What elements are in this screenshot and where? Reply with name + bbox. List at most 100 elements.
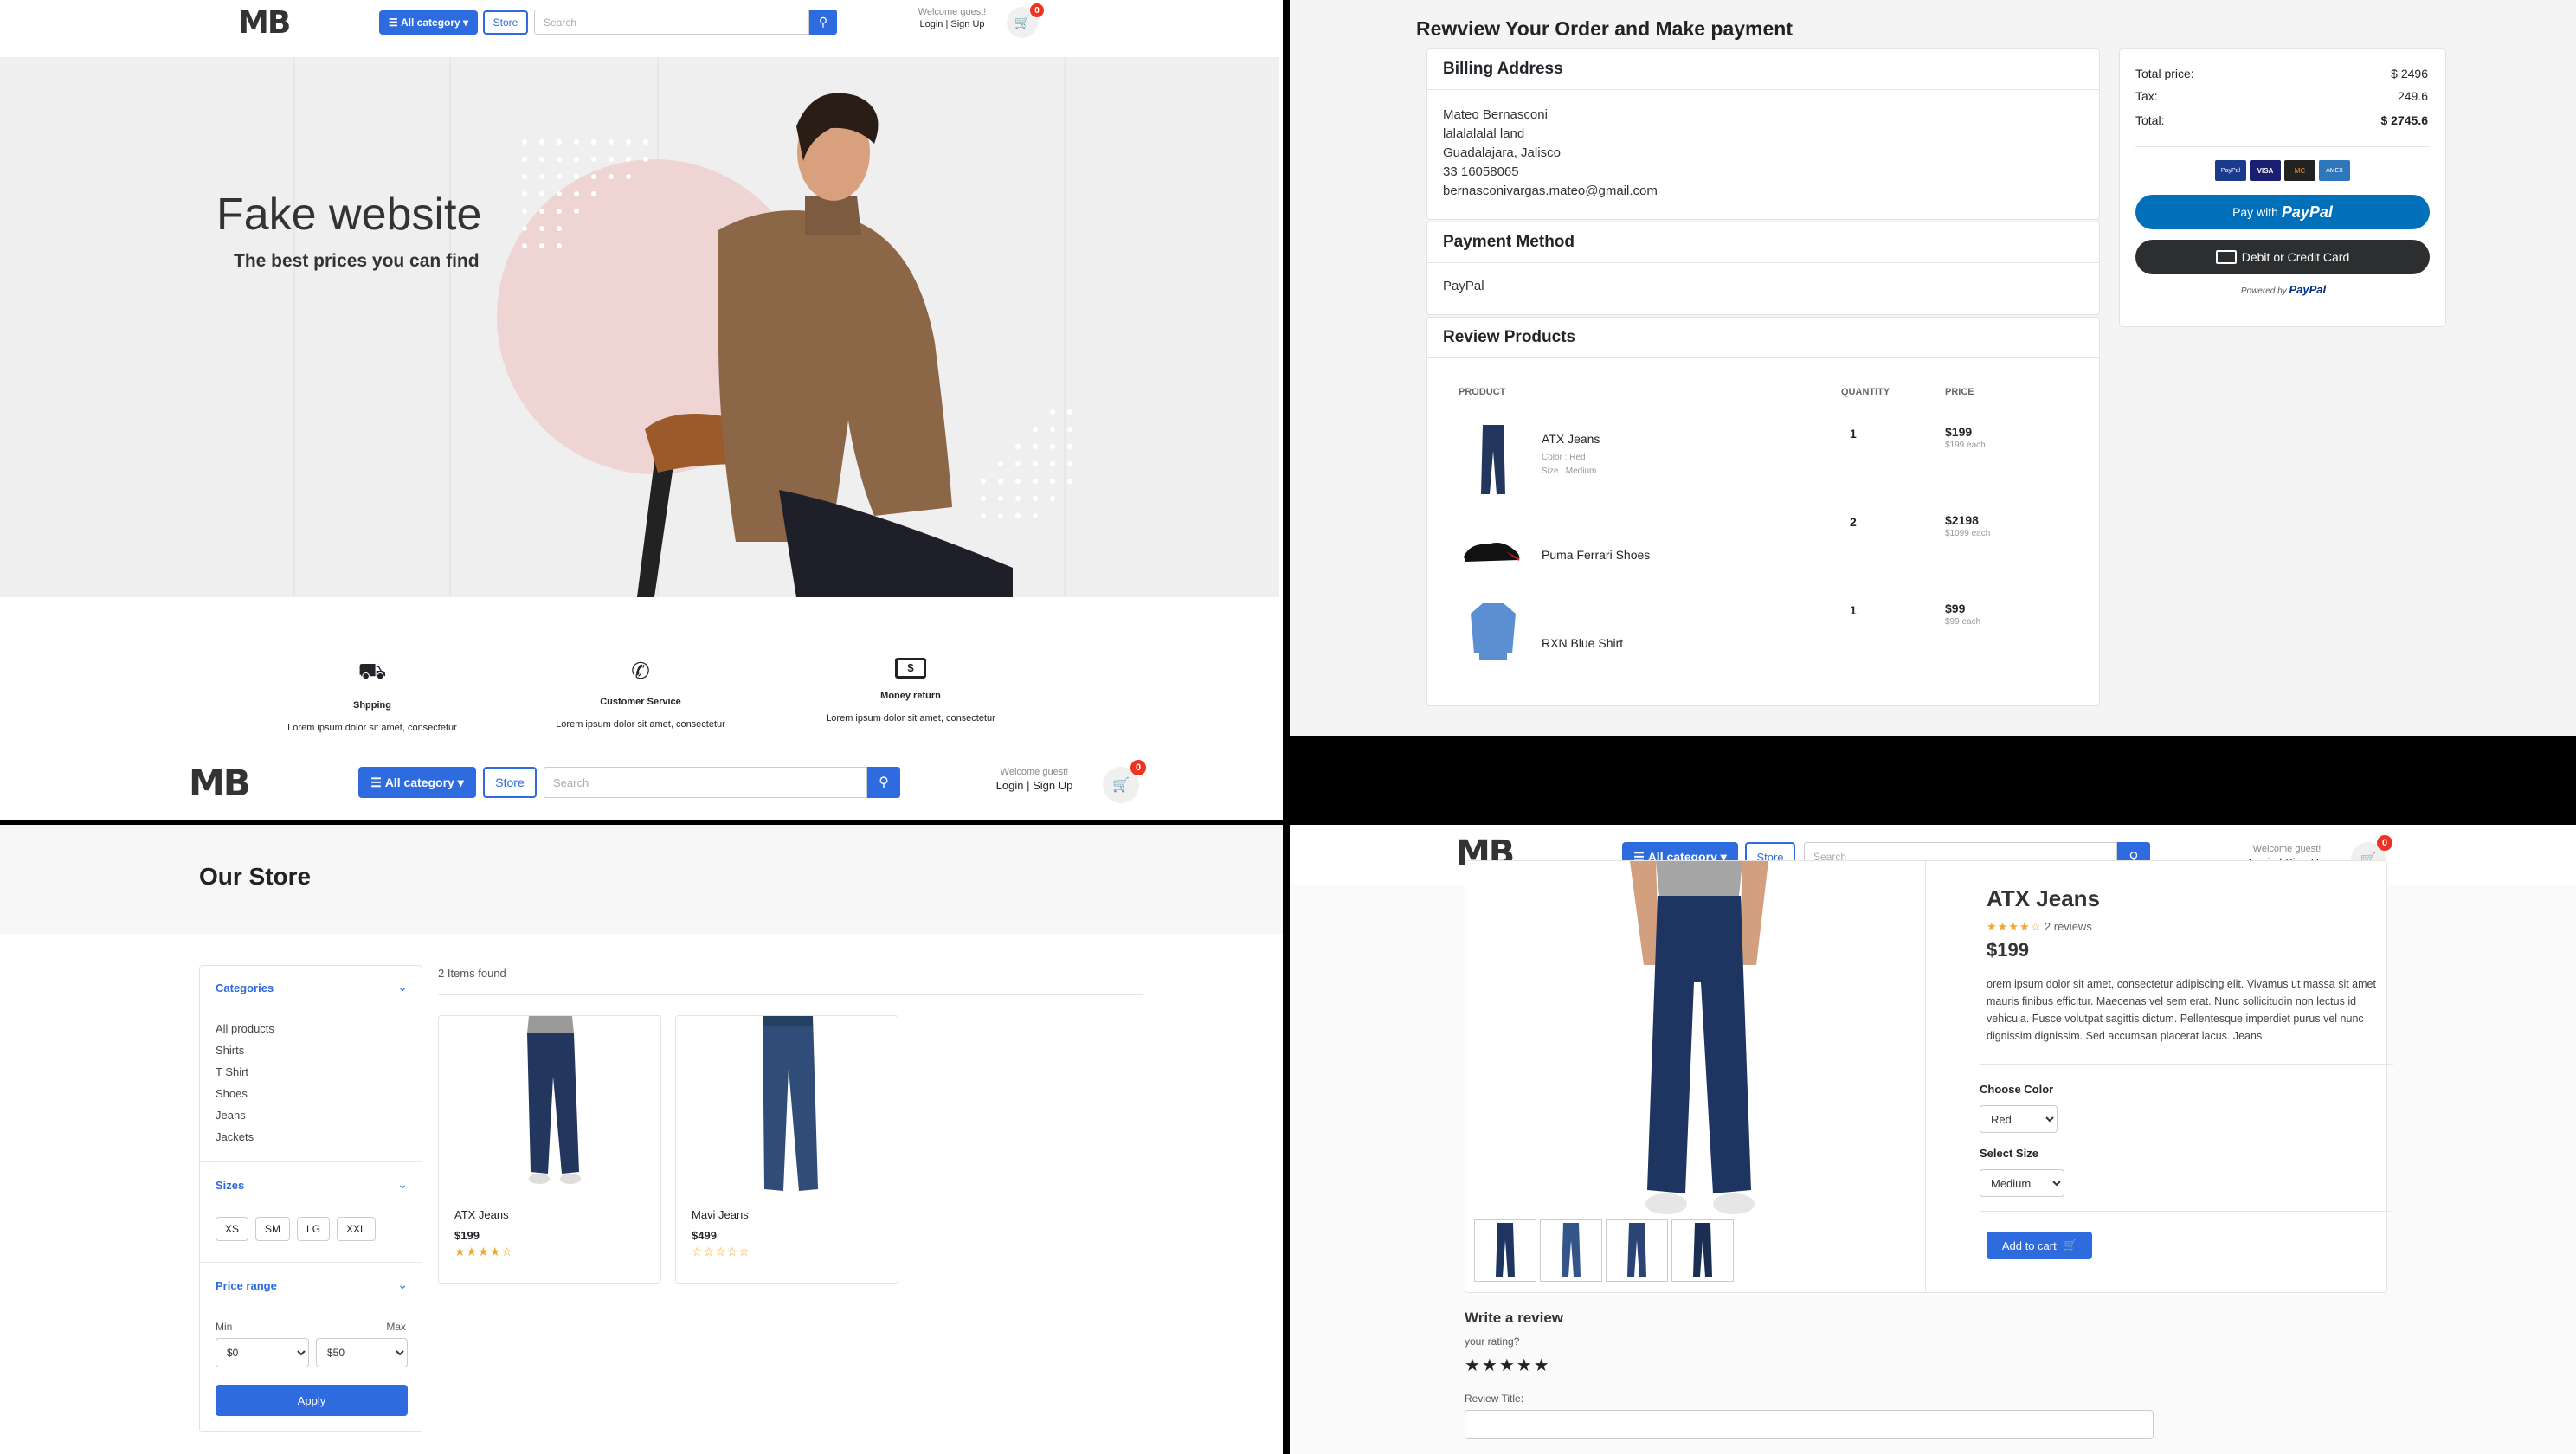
rating-stars: ★★★★☆ [454,1245,513,1258]
user-menu: Welcome guest! Login | Sign Up [909,7,995,31]
product-title: ATX Jeans [1987,885,2101,911]
total-label: Total: [2135,113,2165,127]
size-label: Select Size [1980,1147,2038,1160]
category-item[interactable]: T Shirt [216,1061,274,1083]
debit-credit-button[interactable]: Debit or Credit Card [2135,240,2430,274]
product-name[interactable]: ATX Jeans [454,1208,509,1221]
card-title: Billing Address [1427,49,2099,90]
category-item[interactable]: All products [216,1018,274,1039]
min-price-select[interactable]: $0 [216,1338,309,1367]
category-item[interactable]: Jeans [216,1104,274,1126]
feature-text: Lorem ipsum dolor sit amet, consectetur [826,713,995,724]
search-button[interactable]: ⚲ [867,767,900,798]
billing-email: bernasconivargas.mateo@gmail.com [1443,183,1658,198]
product-size: Size : Medium [1542,466,1597,476]
category-list: All products Shirts T Shirt Shoes Jeans … [216,1018,274,1148]
all-category-button[interactable]: ☰ All category ▾ [379,10,478,35]
all-category-button[interactable]: ☰ All category ▾ [358,767,476,798]
review-title-input[interactable] [1465,1410,2154,1439]
product-price: $499 [692,1229,717,1242]
mastercard-card-icon: MC [2284,160,2315,181]
max-price-select[interactable]: $50 [316,1338,408,1367]
category-item[interactable]: Jackets [216,1126,274,1148]
category-item[interactable]: Shirts [216,1039,274,1061]
cart-badge: 0 [2377,835,2392,851]
order-summary-card: Total price: $ 2496 Tax: 249.6 Total: $ … [2119,48,2446,327]
hero-title: Fake website [216,190,482,240]
add-to-cart-button[interactable]: Add to cart 🛒 [1987,1232,2092,1259]
phone-icon: ✆ [631,658,650,684]
apply-button[interactable]: Apply [216,1385,408,1416]
thumbnail[interactable] [1474,1219,1536,1282]
category-item[interactable]: Shoes [216,1083,274,1104]
thumbnail[interactable] [1540,1219,1602,1282]
page-title: Our Store [199,863,312,890]
hero-banner: Fake website The best prices you can fin… [0,57,1279,597]
thumbnail-strip [1474,1219,1734,1282]
cart-icon: 🛒 [1112,778,1130,793]
billing-city: Guadalajara, Jalisco [1443,145,1561,160]
payment-method-card: Payment Method PayPal [1426,222,2100,315]
signup-link[interactable]: Sign Up [950,19,984,29]
product-price: $199 [1987,939,2029,961]
store-button[interactable]: Store [483,767,537,798]
size-option[interactable]: SM [255,1217,291,1241]
color-select[interactable]: Red [1980,1105,2058,1133]
size-option[interactable]: XS [216,1217,249,1241]
login-link[interactable]: Login [919,19,943,29]
size-option[interactable]: XXL [337,1217,376,1241]
card-title: Payment Method [1427,222,2099,263]
product-price-each: $99 each [1945,617,1981,627]
truck-icon: ⛟ [357,658,387,684]
divider [2135,146,2430,147]
rating-input-stars[interactable]: ★★★★★ [1465,1354,1551,1376]
paypal-button[interactable]: Pay with PayPal [2135,195,2430,229]
chevron-down-icon[interactable]: ⌄ [397,980,408,994]
store-button[interactable]: Store [483,10,528,35]
logo[interactable]: MB [189,762,251,804]
login-link[interactable]: Login [996,779,1024,792]
search-input[interactable]: Search [534,10,809,35]
product-name[interactable]: Mavi Jeans [692,1208,749,1221]
size-select[interactable]: Medium [1980,1169,2064,1197]
store-page: Our Store Categories ⌄ All products Shir… [0,825,1283,1454]
paypal-logo: PayPal [2281,203,2333,221]
product-quantity: 1 [1850,603,1857,617]
product-card[interactable]: Mavi Jeans $499 ☆☆☆☆☆ [675,1015,898,1284]
product-card[interactable]: ATX Jeans $199 ★★★★☆ [438,1015,661,1284]
divider [1980,1064,2393,1065]
caret-down-icon: ▾ [460,16,469,29]
categories-title[interactable]: Categories [216,981,274,994]
rating-question: your rating? [1465,1335,1520,1348]
logo[interactable]: MB [238,5,291,41]
col-product-header: PRODUCT [1459,387,1506,397]
billing-details: Mateo Bernasconi lalalalalal land Guadal… [1427,90,2099,216]
billing-address-card: Billing Address Mateo Bernasconi lalalal… [1426,48,2100,220]
navbar-secondary: MB ☰ All category ▾ Store Search ⚲ Welco… [0,751,1283,820]
navbar: MB ☰ All category ▾ Store Search ⚲ Welco… [0,0,1283,57]
chevron-down-icon[interactable]: ⌄ [397,1277,408,1292]
card-title: Review Products [1427,318,2099,358]
product-thumbnail [1481,425,1505,494]
search-icon: ⚲ [818,15,828,29]
feature-text: Lorem ipsum dolor sit amet, consectetur [556,719,725,730]
product-name: Puma Ferrari Shoes [1542,548,1651,562]
thumbnail[interactable] [1671,1219,1734,1282]
welcome-text: Welcome guest! [918,7,987,17]
review-title-label: Review Title: [1465,1393,1524,1405]
thumbnail[interactable] [1606,1219,1668,1282]
cart-icon: 🛒 [1014,16,1031,30]
hero-subtitle: The best prices you can find [234,251,480,271]
order-row: Puma Ferrari Shoes 2 $2198 $1099 each [1427,508,2099,586]
chevron-down-icon[interactable]: ⌄ [397,1177,408,1192]
product-price-each: $1099 each [1945,529,1991,538]
sizes-title[interactable]: Sizes [216,1179,244,1192]
signup-link[interactable]: Sign Up [1033,779,1072,792]
size-option[interactable]: LG [297,1217,331,1241]
billing-street: lalalalalal land [1443,126,1525,141]
search-button[interactable]: ⚲ [809,10,837,35]
price-range-title[interactable]: Price range [216,1279,277,1292]
search-input[interactable]: Search [544,767,867,798]
feature-title: Money return [880,691,941,701]
size-options: XS SM LG XXL [216,1217,376,1241]
